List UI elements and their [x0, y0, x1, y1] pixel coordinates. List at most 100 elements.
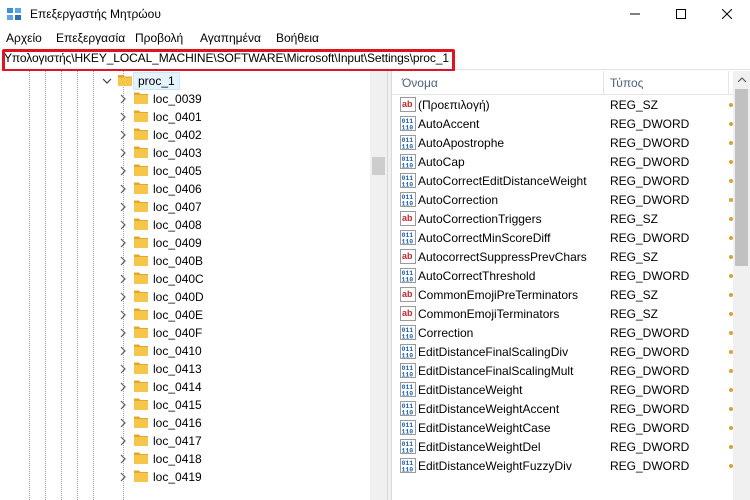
table-row[interactable]: 011 110 AutoApostrophe REG_DWORD	[392, 133, 733, 152]
tree-item[interactable]: loc_0410	[0, 342, 370, 360]
tree-item[interactable]: loc_0418	[0, 450, 370, 468]
table-row[interactable]: 011 110 EditDistanceWeightAccent REG_DWORD	[392, 399, 733, 418]
tree-item-label[interactable]: loc_0417	[153, 434, 202, 448]
tree-item[interactable]: loc_0402	[0, 126, 370, 144]
tree-item[interactable]: loc_0408	[0, 216, 370, 234]
value-name[interactable]: AutoCorrectThreshold	[418, 269, 535, 283]
chevron-right-icon[interactable]	[117, 164, 129, 178]
table-row[interactable]: 011 110 AutoCorrectMinScoreDiff REG_DWORD	[392, 228, 733, 247]
tree-item[interactable]: loc_040B	[0, 252, 370, 270]
chevron-right-icon[interactable]	[117, 452, 129, 466]
tree-item-label[interactable]: loc_0409	[153, 236, 202, 250]
column-divider[interactable]	[728, 71, 729, 95]
tree-item[interactable]: loc_0417	[0, 432, 370, 450]
tree-item[interactable]: loc_0413	[0, 360, 370, 378]
value-name[interactable]: EditDistanceFinalScalingMult	[418, 364, 573, 378]
tree-item-label[interactable]: loc_040D	[153, 290, 204, 304]
tree-scroll-thumb[interactable]	[372, 157, 385, 175]
tree-item[interactable]: loc_0405	[0, 162, 370, 180]
chevron-right-icon[interactable]	[117, 362, 129, 376]
table-row[interactable]: ab AutocorrectSuppressPrevChars REG_SZ	[392, 247, 733, 266]
value-name[interactable]: AutoCorrectMinScoreDiff	[418, 231, 551, 245]
table-row[interactable]: 011 110 AutoCorrectThreshold REG_DWORD	[392, 266, 733, 285]
tree-item-label[interactable]: loc_0410	[153, 344, 202, 358]
tree-item[interactable]: loc_0407	[0, 198, 370, 216]
tree-item-label[interactable]: loc_0406	[153, 182, 202, 196]
tree-item[interactable]: loc_0416	[0, 414, 370, 432]
chevron-right-icon[interactable]	[117, 326, 129, 340]
chevron-right-icon[interactable]	[117, 398, 129, 412]
table-row[interactable]: ab AutoCorrectionTriggers REG_SZ	[392, 209, 733, 228]
table-row[interactable]: 011 110 EditDistanceWeightCase REG_DWORD	[392, 418, 733, 437]
values-list[interactable]: Όνομα Τύπος ab (Προεπιλογή) REG_SZ 011 110 Au…	[392, 71, 733, 500]
value-name[interactable]: CommonEmojiTerminators	[418, 307, 559, 321]
value-name[interactable]: EditDistanceWeightDel	[418, 440, 541, 454]
value-name[interactable]: EditDistanceFinalScalingDiv	[418, 345, 568, 359]
tree-item[interactable]: loc_0401	[0, 108, 370, 126]
tree-item-label[interactable]: loc_0407	[153, 200, 202, 214]
tree-item-label[interactable]: proc_1	[133, 72, 180, 90]
tree-item-label[interactable]: loc_0414	[153, 380, 202, 394]
chevron-right-icon[interactable]	[117, 272, 129, 286]
table-row[interactable]: 011 110 Correction REG_DWORD	[392, 323, 733, 342]
chevron-right-icon[interactable]	[117, 128, 129, 142]
table-row[interactable]: 011 110 EditDistanceWeight REG_DWORD	[392, 380, 733, 399]
tree-item[interactable]: loc_0409	[0, 234, 370, 252]
value-name[interactable]: EditDistanceWeightFuzzyDiv	[418, 459, 572, 473]
value-name[interactable]: EditDistanceWeightAccent	[418, 402, 559, 416]
chevron-right-icon[interactable]	[117, 290, 129, 304]
tree-item-label[interactable]: loc_0039	[153, 92, 202, 106]
value-name[interactable]: AutoCorrection	[418, 193, 498, 207]
menu-view[interactable]: Προβολή	[135, 31, 183, 45]
tree-item-label[interactable]: loc_040C	[153, 272, 204, 286]
value-name[interactable]: CommonEmojiPreTerminators	[418, 288, 578, 302]
table-row[interactable]: 011 110 EditDistanceFinalScalingDiv REG_DWO…	[392, 342, 733, 361]
chevron-right-icon[interactable]	[117, 416, 129, 430]
value-name[interactable]: AutoAccent	[418, 117, 479, 131]
close-button[interactable]	[704, 0, 750, 28]
tree-item[interactable]: loc_040F	[0, 324, 370, 342]
chevron-right-icon[interactable]	[117, 218, 129, 232]
column-name-header[interactable]: Όνομα	[402, 76, 438, 90]
value-name[interactable]: AutoCorrectionTriggers	[418, 212, 542, 226]
menu-file[interactable]: Αρχείο	[6, 31, 42, 45]
menu-edit[interactable]: Επεξεργασία	[56, 31, 125, 45]
chevron-right-icon[interactable]	[117, 200, 129, 214]
table-row[interactable]: 011 110 EditDistanceWeightFuzzyDiv REG_DWOR…	[392, 456, 733, 475]
tree-item[interactable]: loc_0415	[0, 396, 370, 414]
tree-item[interactable]: loc_040D	[0, 288, 370, 306]
table-row[interactable]: ab CommonEmojiTerminators REG_SZ	[392, 304, 733, 323]
chevron-right-icon[interactable]	[117, 380, 129, 394]
tree-item-label[interactable]: loc_040F	[153, 326, 202, 340]
column-divider[interactable]	[603, 71, 604, 95]
tree-item-label[interactable]: loc_0413	[153, 362, 202, 376]
table-row[interactable]: ab (Προεπιλογή) REG_SZ	[392, 95, 733, 114]
table-row[interactable]: ab CommonEmojiPreTerminators REG_SZ	[392, 285, 733, 304]
table-row[interactable]: 011 110 AutoCorrection REG_DWORD	[392, 190, 733, 209]
tree-item-label[interactable]: loc_0403	[153, 146, 202, 160]
value-name[interactable]: EditDistanceWeightCase	[418, 421, 551, 435]
tree-item-label[interactable]: loc_040B	[153, 254, 203, 268]
tree-item-label[interactable]: loc_0415	[153, 398, 202, 412]
value-name[interactable]: AutocorrectSuppressPrevChars	[418, 250, 587, 264]
tree-item-label[interactable]: loc_040E	[153, 308, 203, 322]
value-name[interactable]: AutoCorrectEditDistanceWeight	[418, 174, 587, 188]
chevron-right-icon[interactable]	[117, 182, 129, 196]
tree-item-label[interactable]: loc_0419	[153, 470, 202, 484]
table-row[interactable]: 011 110 AutoCorrectEditDistanceWeight REG_D…	[392, 171, 733, 190]
tree-item[interactable]: loc_0406	[0, 180, 370, 198]
table-row[interactable]: 011 110 AutoCap REG_DWORD	[392, 152, 733, 171]
tree-item-label[interactable]: loc_0401	[153, 110, 202, 124]
chevron-right-icon[interactable]	[117, 146, 129, 160]
tree-item-label[interactable]: loc_0408	[153, 218, 202, 232]
chevron-right-icon[interactable]	[117, 236, 129, 250]
column-type-header[interactable]: Τύπος	[610, 76, 643, 90]
chevron-right-icon[interactable]	[117, 254, 129, 268]
tree-item[interactable]: loc_040E	[0, 306, 370, 324]
table-row[interactable]: 011 110 EditDistanceWeightDel REG_DWORD	[392, 437, 733, 456]
menu-help[interactable]: Βοήθεια	[276, 31, 319, 45]
value-name[interactable]: AutoCap	[418, 155, 465, 169]
tree-item[interactable]: loc_0039	[0, 90, 370, 108]
tree-item[interactable]: loc_0419	[0, 468, 370, 486]
chevron-right-icon[interactable]	[117, 92, 129, 106]
